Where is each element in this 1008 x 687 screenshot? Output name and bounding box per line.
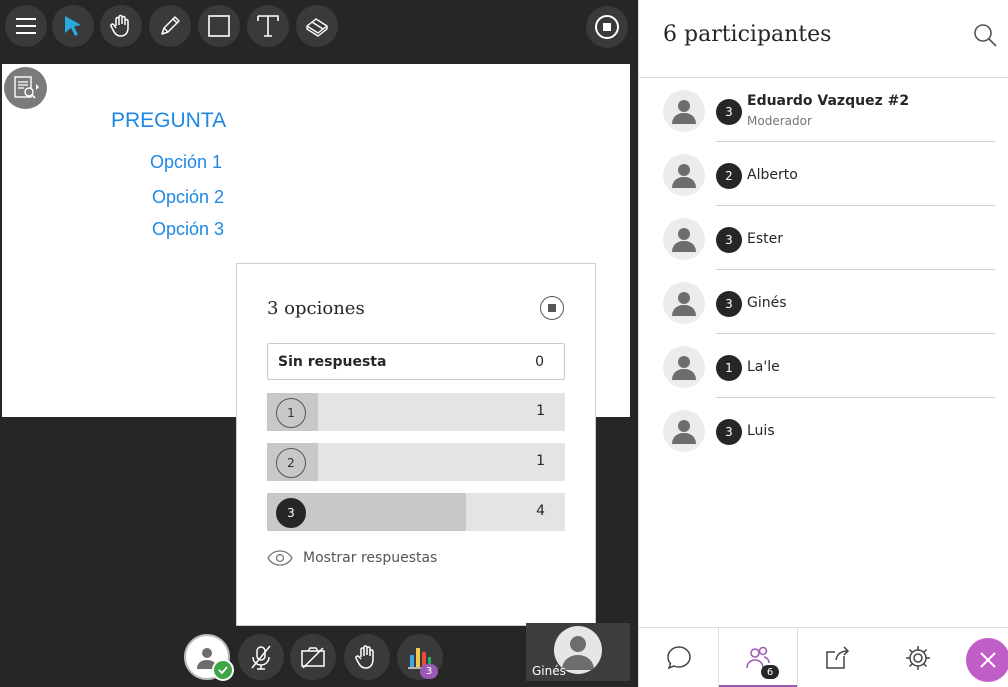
document-zoom-icon [13,76,39,99]
no-response-label: Sin respuesta [278,354,387,370]
menu-icon [16,18,36,34]
poll-results-card: 3 opciones Sin respuesta 0 1 1 2 1 3 4 M… [236,263,596,626]
group-number-badge: 3 [716,227,742,253]
avatar [663,218,705,260]
poll-option-count: 1 [536,453,545,469]
poll-option-row: 1 1 [267,393,565,431]
no-response-count: 0 [535,354,544,370]
panel-title: 6 participantes [663,22,832,47]
microphone-toggle-button[interactable] [238,634,284,680]
poll-option-number: 1 [276,398,306,428]
avatar-icon [672,356,696,380]
share-icon [826,646,850,669]
stop-icon [548,304,556,312]
text-tool-button[interactable] [247,5,289,47]
tab-share-content[interactable] [798,628,878,687]
participant-name: Luis [747,423,775,439]
avatar [663,154,705,196]
raise-hand-button[interactable] [344,634,390,680]
eye-icon [267,550,293,566]
participant-name: Eduardo Vazquez #2 [747,93,910,109]
participant-row[interactable]: 3 Ginés [639,270,1008,334]
participant-row[interactable]: 3 Luis [639,398,1008,462]
close-panel-button[interactable] [966,638,1008,682]
eraser-icon [306,18,328,37]
hand-icon [110,14,129,37]
avatar-icon [672,228,696,252]
tab-settings[interactable] [878,628,958,687]
camera-toggle-button[interactable] [290,634,336,680]
stop-icon [595,15,619,39]
panel-header: 6 participantes [639,0,1008,78]
shape-tool-button[interactable] [198,5,240,47]
participant-name: Alberto [747,167,798,183]
square-icon [208,15,230,37]
participant-row[interactable]: 3 Eduardo Vazquez #2 Moderador [639,78,1008,142]
show-responses-button[interactable]: Mostrar respuestas [267,550,437,566]
status-check-icon [212,659,234,681]
self-video-tile[interactable]: Ginés [526,623,630,681]
panel-tab-bar: 6 [639,627,1008,687]
group-number-badge: 2 [716,163,742,189]
microphone-muted-icon [251,645,271,670]
camera-off-icon [301,647,325,669]
chat-icon [667,646,691,670]
avatar [663,282,705,324]
whiteboard-option-3: Opción 3 [152,219,225,239]
group-number-badge: 3 [716,291,742,317]
whiteboard-heading: PREGUNTA [111,109,227,132]
eraser-tool-button[interactable] [296,5,338,47]
avatar [663,90,705,132]
show-responses-label: Mostrar respuestas [303,550,438,566]
tab-participants[interactable]: 6 [718,628,798,687]
select-tool-button[interactable] [52,5,94,47]
participants-panel: 6 participantes 3 Eduardo Vazquez #2 Mod… [638,0,1008,687]
gear-icon [906,646,930,670]
menu-button[interactable] [5,5,47,47]
poll-option-count: 4 [536,503,545,519]
group-number-badge: 1 [716,355,742,381]
whiteboard-option-1: Opción 1 [150,152,223,172]
avatar-icon [672,292,696,316]
text-icon [257,15,279,37]
poll-option-number: 3 [276,498,306,528]
participant-role: Moderador [747,114,812,128]
participant-row[interactable]: 3 Ester [639,206,1008,270]
poll-title: 3 opciones [267,298,365,319]
search-participants-button[interactable] [971,22,999,50]
close-icon [980,652,996,668]
pencil-tool-button[interactable] [149,5,191,47]
participant-name: Ester [747,231,783,247]
participant-name: Ginés [747,295,787,311]
self-name-label: Ginés [532,664,566,678]
pan-tool-button[interactable] [100,5,142,47]
poll-option-row: 2 1 [267,443,565,481]
whiteboard-option-2: Opción 2 [152,187,225,207]
hand-icon [355,645,374,669]
group-number-badge: 3 [716,99,742,125]
avatar [663,346,705,388]
poll-option-number: 2 [276,448,306,478]
pencil-icon [161,16,180,35]
participant-count-badge: 6 [761,665,779,679]
avatar-icon [672,100,696,124]
poll-option-count: 1 [536,403,545,419]
participant-name: La'le [747,359,780,375]
pointer-icon [65,16,81,36]
group-number-badge: 3 [716,419,742,445]
poll-option-row: 3 4 [267,493,565,531]
avatar-icon [672,164,696,188]
stop-poll-button[interactable] [540,296,564,320]
participant-row[interactable]: 2 Alberto [639,142,1008,206]
avatar [663,410,705,452]
poll-count-badge: 3 [420,664,438,679]
avatar-icon [672,420,696,444]
no-response-row: Sin respuesta 0 [267,343,565,380]
session-stage: PREGUNTA Opción 1 Opción 2 Opción 3 3 op… [0,0,638,687]
search-icon [974,24,997,47]
stop-sharing-button[interactable] [586,6,628,48]
participant-row[interactable]: 1 La'le [639,334,1008,398]
zoom-view-button[interactable] [4,67,47,109]
tab-chat[interactable] [639,628,719,687]
